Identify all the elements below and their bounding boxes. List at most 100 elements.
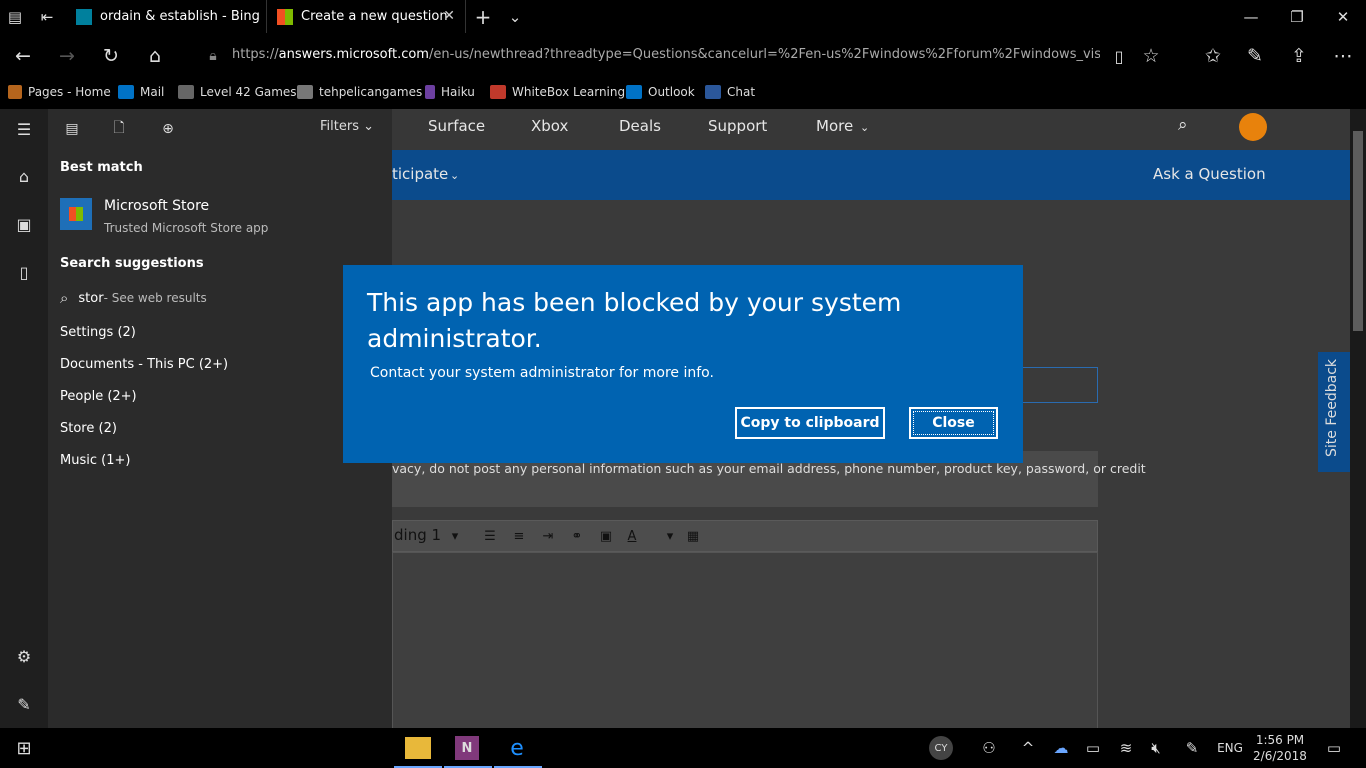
- image-icon[interactable]: ▣: [595, 526, 617, 546]
- fav-outlook[interactable]: Outlook: [626, 85, 695, 99]
- fav-tehpelican[interactable]: tehpelicangames: [297, 85, 422, 99]
- nav-xbox[interactable]: Xbox: [531, 117, 568, 135]
- web-suggestion[interactable]: ⌕ stor - See web results: [60, 289, 207, 307]
- favorites-hub-icon[interactable]: ✩: [1198, 41, 1228, 71]
- nav-surface[interactable]: Surface: [428, 117, 485, 135]
- url-path: /en-us/newthread?threadtype=Questions&ca…: [428, 47, 1100, 62]
- nav-deals[interactable]: Deals: [619, 117, 661, 135]
- avatar[interactable]: [1239, 113, 1267, 141]
- font-color-icon[interactable]: A: [621, 526, 643, 546]
- editor-body[interactable]: [392, 552, 1098, 728]
- home-icon[interactable]: ⌂: [140, 41, 170, 71]
- share-icon[interactable]: ⇪: [1284, 41, 1314, 71]
- suggestion-hint: - See web results: [103, 291, 207, 305]
- word-icon: [705, 85, 721, 99]
- category-settings[interactable]: Settings (2): [60, 325, 136, 340]
- copy-to-clipboard-button[interactable]: Copy to clipboard: [735, 407, 885, 439]
- ask-question-link[interactable]: Ask a Question: [1153, 165, 1266, 183]
- restore-icon[interactable]: ❐: [1274, 0, 1320, 33]
- documents-filter-icon[interactable]: 🗋︎: [107, 117, 131, 141]
- notebook-icon[interactable]: ▣: [12, 212, 36, 236]
- battery-icon[interactable]: ▭: [1081, 736, 1105, 760]
- bullet-list-icon[interactable]: ☰: [479, 526, 501, 546]
- hamburger-menu-icon[interactable]: ☰: [12, 117, 36, 141]
- feedback-label: Site Feedback: [1324, 359, 1340, 457]
- fav-label: Pages - Home: [28, 85, 111, 99]
- url-prefix: https://: [232, 47, 279, 62]
- reading-view-icon[interactable]: ▯: [1104, 41, 1134, 71]
- tab-bar: ▤ ⇤ ordain & establish - Bing Create a n…: [0, 0, 1366, 33]
- close-tab-icon[interactable]: ✕: [443, 8, 455, 24]
- volume-muted-icon[interactable]: 🔇︎: [1144, 736, 1168, 760]
- indent-icon[interactable]: ⇥: [537, 526, 559, 546]
- apps-filter-icon[interactable]: ▤: [60, 117, 84, 141]
- file-explorer-icon[interactable]: [405, 737, 431, 759]
- fav-whitebox[interactable]: WhiteBox Learning: [490, 85, 625, 99]
- table-icon[interactable]: ▦: [682, 526, 704, 546]
- best-match-header: Best match: [60, 160, 143, 175]
- web-filter-icon[interactable]: ⊕: [156, 117, 180, 141]
- nav-support[interactable]: Support: [708, 117, 767, 135]
- search-panel: ▤ 🗋︎ ⊕ Filters ⌄ Best match Microsoft St…: [48, 109, 392, 768]
- more-actions-icon[interactable]: ⋯: [1328, 41, 1358, 71]
- web-note-icon[interactable]: ✎: [1240, 41, 1270, 71]
- onenote-icon[interactable]: N: [455, 736, 479, 760]
- clock[interactable]: 1:56 PM 2/6/2018: [1248, 732, 1312, 764]
- nav-more[interactable]: More: [816, 117, 853, 135]
- feedback-icon[interactable]: ✎: [12, 692, 36, 716]
- search-icon[interactable]: ⌕: [1178, 115, 1188, 135]
- pen-workspace-icon[interactable]: ✎: [1180, 736, 1204, 760]
- search-suggestions-header: Search suggestions: [60, 256, 204, 271]
- category-people[interactable]: People (2+): [60, 389, 137, 404]
- minimize-icon[interactable]: —: [1228, 0, 1274, 33]
- new-tab-icon[interactable]: +: [466, 0, 500, 33]
- set-aside-tabs-icon[interactable]: ⇤: [30, 0, 64, 33]
- favorite-star-icon[interactable]: ☆: [1136, 41, 1166, 71]
- numbered-list-icon[interactable]: ≡: [508, 526, 530, 546]
- people-icon[interactable]: ⚇: [977, 736, 1001, 760]
- fav-haiku[interactable]: Haiku: [425, 85, 475, 99]
- filters-button[interactable]: Filters ⌄: [320, 119, 374, 134]
- fav-mail[interactable]: Mail: [118, 85, 164, 99]
- forward-icon[interactable]: →: [52, 41, 82, 71]
- fav-chat[interactable]: Chat: [705, 85, 755, 99]
- page-scrollbar[interactable]: [1350, 109, 1366, 728]
- scroll-thumb[interactable]: [1353, 131, 1363, 331]
- windows-start-icon[interactable]: ⊞: [12, 736, 36, 760]
- category-documents[interactable]: Documents - This PC (2+): [60, 357, 228, 372]
- settings-gear-icon[interactable]: ⚙: [12, 644, 36, 668]
- tab-list-icon[interactable]: ▤: [0, 0, 30, 33]
- back-icon[interactable]: ←: [8, 41, 38, 71]
- heading-select[interactable]: ding 1: [394, 526, 441, 544]
- device-icon[interactable]: ▯: [12, 260, 36, 284]
- microsoft-store-icon: [60, 198, 92, 230]
- tab-label: Create a new question o: [301, 9, 451, 24]
- user-avatar[interactable]: CY: [929, 736, 953, 760]
- home-icon[interactable]: ⌂: [12, 164, 36, 188]
- wifi-icon[interactable]: ≋: [1114, 736, 1138, 760]
- close-button[interactable]: Close: [909, 407, 998, 439]
- action-center-icon[interactable]: ▭: [1322, 736, 1346, 760]
- onedrive-icon[interactable]: ☁: [1049, 736, 1073, 760]
- outlook-icon: [626, 85, 642, 99]
- site-feedback-tab[interactable]: Site Feedback: [1318, 352, 1350, 472]
- fav-pages-home[interactable]: Pages - Home: [8, 85, 111, 99]
- tab-create-question[interactable]: Create a new question o ✕: [266, 0, 466, 33]
- show-hidden-icons-chevron-icon[interactable]: ^: [1016, 736, 1040, 760]
- category-store[interactable]: Store (2): [60, 421, 117, 436]
- link-icon[interactable]: ⚭: [566, 526, 588, 546]
- outlook-mail-icon: [118, 85, 134, 99]
- suggestion-query: stor: [78, 290, 104, 306]
- language-indicator[interactable]: ENG: [1212, 736, 1248, 760]
- bing-icon: [76, 8, 92, 25]
- tab-bing[interactable]: ordain & establish - Bing: [66, 0, 266, 33]
- dialog-message: Contact your system administrator for mo…: [370, 365, 714, 381]
- edge-icon[interactable]: e: [505, 736, 529, 761]
- window-close-icon[interactable]: ✕: [1320, 0, 1366, 33]
- tab-preview-chevron-icon[interactable]: ⌄: [500, 0, 530, 33]
- participate-menu[interactable]: ticipate: [392, 165, 448, 183]
- fav-level42[interactable]: Level 42 Games: [178, 85, 297, 99]
- address-field[interactable]: https://answers.microsoft.com/en-us/newt…: [232, 47, 1100, 62]
- category-music[interactable]: Music (1+): [60, 453, 130, 468]
- refresh-icon[interactable]: ↻: [96, 41, 126, 71]
